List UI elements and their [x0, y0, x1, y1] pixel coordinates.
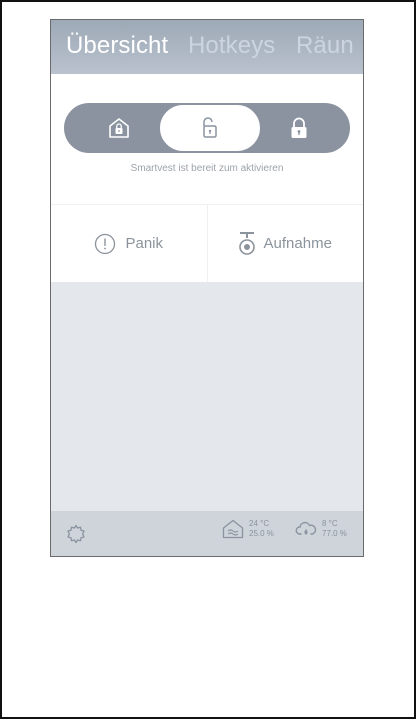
unlock-icon — [203, 117, 217, 138]
footer-bar: 24 °C 25.0 % 8 °C 77.0 % — [51, 511, 363, 556]
tab-raeume[interactable]: Räun — [296, 31, 354, 61]
mode-selector-section: Smartvest ist bereit zum aktivieren — [51, 74, 363, 204]
gear-icon[interactable] — [66, 524, 86, 544]
tab-uebersicht[interactable]: Übersicht — [66, 31, 168, 61]
panic-button[interactable]: Panik — [51, 205, 207, 282]
lock-icon — [291, 117, 307, 138]
indoor-humidity: 25.0 % — [249, 529, 274, 538]
indoor-climate: 24 °C 25.0 % — [222, 519, 274, 539]
app-screen: Übersicht Hotkeys Räun Smartvest ist ber… — [50, 19, 364, 557]
outdoor-humidity: 77.0 % — [322, 529, 347, 538]
cloud-rain-icon — [295, 521, 317, 535]
record-button[interactable]: Aufnahme — [206, 205, 364, 282]
record-label: Aufnahme — [263, 235, 332, 252]
tab-bar: Übersicht Hotkeys Räun — [51, 20, 363, 74]
outdoor-climate: 8 °C 77.0 % — [295, 519, 347, 539]
home-climate-icon — [222, 519, 244, 539]
hotkeys-row: Panik Aufnahme — [51, 204, 363, 282]
camera-icon — [238, 231, 255, 255]
mode-armed-button[interactable] — [274, 103, 324, 153]
home-lock-icon — [109, 118, 129, 138]
indoor-temperature: 24 °C — [249, 519, 270, 528]
tab-hotkeys[interactable]: Hotkeys — [188, 31, 275, 61]
mode-selector — [64, 103, 350, 153]
mode-unlocked-button[interactable] — [159, 104, 261, 152]
mode-home-button[interactable] — [94, 103, 144, 153]
status-message: Smartvest ist bereit zum aktivieren — [130, 163, 284, 174]
page-frame: Übersicht Hotkeys Räun Smartvest ist ber… — [0, 0, 416, 719]
panic-label: Panik — [125, 235, 164, 252]
alert-icon — [95, 233, 116, 254]
content-area — [51, 282, 363, 511]
outdoor-temperature: 8 °C — [322, 519, 338, 528]
